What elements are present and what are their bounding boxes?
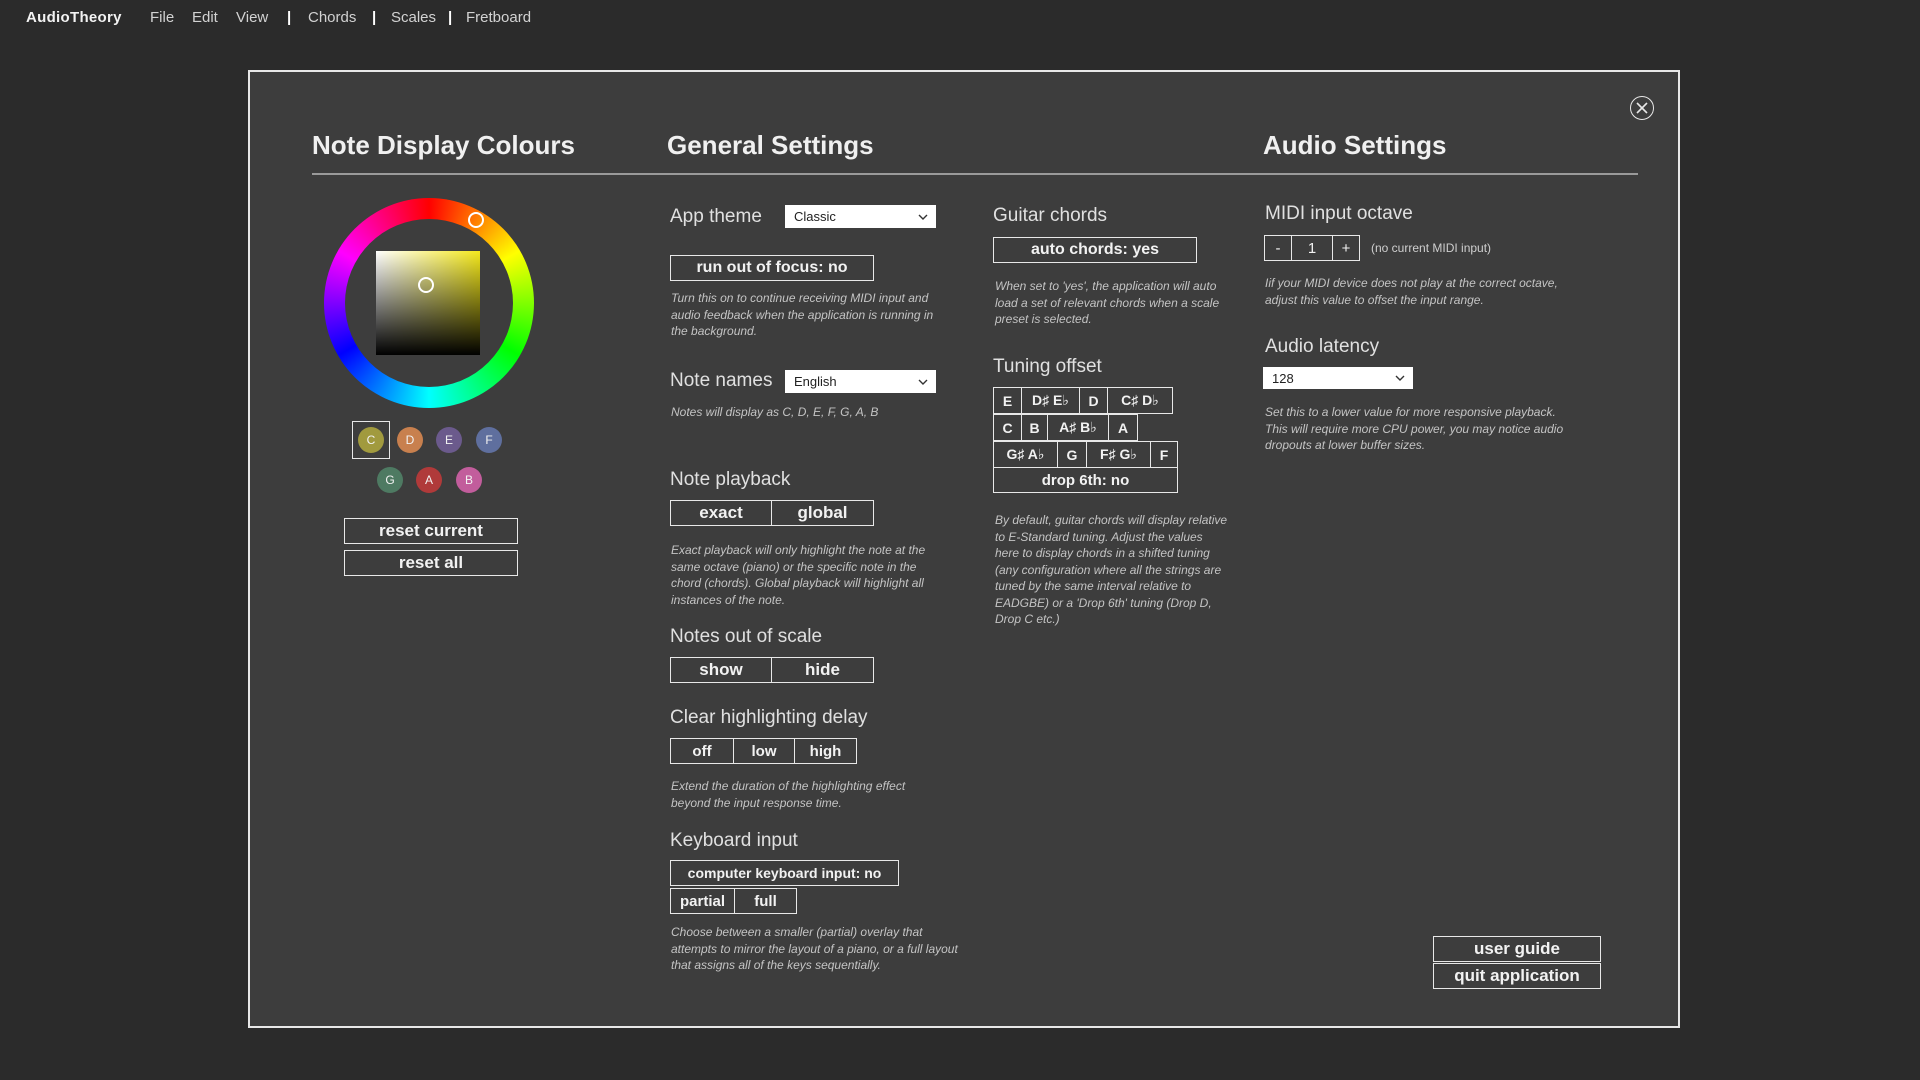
audio-latency-description: Set this to a lower value for more respo…: [1265, 405, 1564, 452]
tuning-cell[interactable]: G♯ A♭: [993, 441, 1058, 468]
menu-separator: |: [372, 9, 377, 26]
tuning-cell[interactable]: A♯ B♭: [1047, 414, 1109, 441]
app-theme-select[interactable]: Classic: [785, 205, 936, 228]
settings-dialog: Note Display Colours General Settings Au…: [248, 70, 1680, 1028]
swatch-f[interactable]: F: [476, 427, 502, 453]
close-icon: [1636, 102, 1648, 114]
menu-file[interactable]: File: [150, 9, 174, 26]
playback-description: Exact playback will only highlight the n…: [671, 543, 926, 607]
auto-chords-description: When set to 'yes', the application will …: [995, 279, 1220, 326]
keyboard-input-label: Keyboard input: [670, 830, 798, 851]
out-of-scale-hide-button[interactable]: hide: [771, 657, 874, 683]
midi-input-octave-label: MIDI input octave: [1265, 203, 1413, 224]
delay-off-button[interactable]: off: [670, 738, 734, 764]
color-handle[interactable]: [418, 277, 434, 293]
chevron-down-icon: [918, 214, 928, 220]
swatch-a[interactable]: A: [416, 467, 442, 493]
octave-increment-button[interactable]: +: [1332, 235, 1360, 261]
note-playback-label: Note playback: [670, 469, 791, 490]
saturation-value-square[interactable]: [376, 251, 480, 355]
hue-handle[interactable]: [468, 212, 484, 228]
auto-chords-button[interactable]: auto chords: yes: [993, 237, 1197, 263]
notes-out-of-scale-label: Notes out of scale: [670, 626, 823, 647]
menu-edit[interactable]: Edit: [192, 9, 218, 26]
delay-high-button[interactable]: high: [794, 738, 857, 764]
tuning-cell[interactable]: G: [1057, 441, 1087, 468]
out-of-scale-show-button[interactable]: show: [670, 657, 772, 683]
playback-exact-button[interactable]: exact: [670, 500, 772, 526]
run-out-of-focus-button[interactable]: run out of focus: no: [670, 255, 874, 281]
swatch-c[interactable]: C: [358, 427, 384, 453]
tuning-cell[interactable]: E: [993, 387, 1022, 414]
chevron-down-icon: [918, 379, 928, 385]
menu-bar: AudioTheory File Edit View | Chords | Sc…: [0, 0, 1920, 36]
tuning-cell[interactable]: D♯ E♭: [1021, 387, 1080, 414]
tuning-cell[interactable]: D: [1079, 387, 1108, 414]
menu-separator: |: [287, 9, 292, 26]
tuning-cell[interactable]: F♯ G♭: [1086, 441, 1151, 468]
tuning-cell[interactable]: F: [1150, 441, 1178, 468]
keyboard-description: Choose between a smaller (partial) overl…: [671, 925, 958, 972]
guitar-chords-label: Guitar chords: [993, 205, 1108, 226]
playback-global-button[interactable]: global: [771, 500, 874, 526]
menu-chords[interactable]: Chords: [308, 9, 356, 26]
note-names-label: Note names: [670, 370, 773, 391]
audio-latency-label: Audio latency: [1265, 336, 1380, 357]
close-button[interactable]: [1630, 96, 1654, 120]
audio-latency-select[interactable]: 128: [1263, 367, 1413, 389]
section-title-general: General Settings: [667, 130, 874, 160]
clear-delay-label: Clear highlighting delay: [670, 707, 868, 728]
section-title-colours: Note Display Colours: [312, 130, 575, 160]
drop-6th-button[interactable]: drop 6th: no: [993, 467, 1178, 493]
app-theme-value: Classic: [794, 209, 836, 224]
swatch-g[interactable]: G: [377, 467, 403, 493]
focus-description: Turn this on to continue receiving MIDI …: [671, 291, 934, 338]
keyboard-partial-button[interactable]: partial: [670, 888, 735, 914]
computer-keyboard-input-button[interactable]: computer keyboard input: no: [670, 860, 899, 886]
note-names-description: Notes will display as C, D, E, F, G, A, …: [671, 405, 879, 419]
delay-description: Extend the duration of the highlighting …: [671, 779, 906, 810]
menu-separator: |: [448, 9, 453, 26]
midi-octave-description: Iif your MIDI device does not play at th…: [1265, 276, 1558, 307]
note-names-select[interactable]: English: [785, 370, 936, 393]
note-names-value: English: [794, 374, 837, 389]
tuning-offset-label: Tuning offset: [993, 356, 1102, 377]
tuning-cell[interactable]: C♯ D♭: [1107, 387, 1173, 414]
menu-fretboard[interactable]: Fretboard: [466, 9, 531, 26]
swatch-d[interactable]: D: [397, 427, 423, 453]
chevron-down-icon: [1395, 375, 1405, 381]
tuning-cell[interactable]: C: [993, 414, 1022, 441]
swatch-e[interactable]: E: [436, 427, 462, 453]
midi-status-text: (no current MIDI input): [1371, 241, 1492, 255]
keyboard-full-button[interactable]: full: [734, 888, 797, 914]
app-brand: AudioTheory: [26, 9, 122, 26]
menu-view[interactable]: View: [236, 9, 268, 26]
menu-scales[interactable]: Scales: [391, 9, 436, 26]
octave-decrement-button[interactable]: -: [1264, 235, 1292, 261]
audio-latency-value: 128: [1272, 370, 1294, 386]
header-divider: [312, 173, 1638, 175]
reset-current-button[interactable]: reset current: [344, 518, 518, 544]
swatch-b[interactable]: B: [456, 467, 482, 493]
octave-value[interactable]: 1: [1291, 235, 1333, 261]
app-theme-label: App theme: [670, 206, 762, 227]
tuning-cell[interactable]: B: [1021, 414, 1048, 441]
section-title-audio: Audio Settings: [1263, 130, 1447, 160]
delay-low-button[interactable]: low: [733, 738, 795, 764]
reset-all-button[interactable]: reset all: [344, 550, 518, 576]
tuning-description: By default, guitar chords will display r…: [995, 513, 1228, 626]
user-guide-button[interactable]: user guide: [1433, 936, 1601, 962]
tuning-cell[interactable]: A: [1108, 414, 1138, 441]
quit-application-button[interactable]: quit application: [1433, 963, 1601, 989]
